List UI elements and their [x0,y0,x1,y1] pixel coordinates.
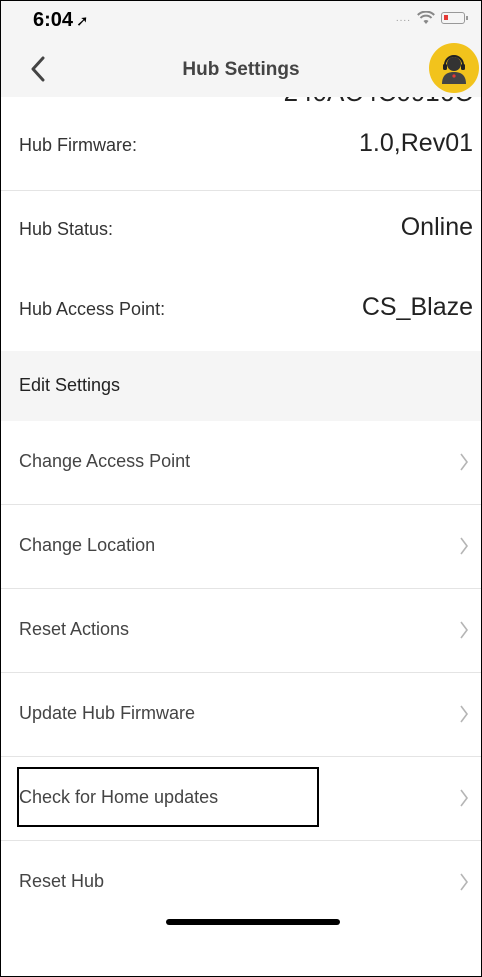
signal-icon: .... [395,12,411,24]
battery-icon [441,12,468,24]
update-hub-firmware-row[interactable]: Update Hub Firmware [1,673,481,757]
support-button[interactable] [429,43,479,93]
hub-access-point-label: Hub Access Point: [19,299,166,319]
update-hub-firmware-label: Update Hub Firmware [19,703,196,723]
location-arrow-icon: ➚ [76,13,89,30]
phone-screen: 6:04➚ .... Hub ID: 240AC4C0916C Hub Sett… [0,0,482,977]
hub-firmware-row: Hub Firmware: 1.0,Rev01 [1,107,481,191]
reset-actions-row[interactable]: Reset Actions [1,589,481,673]
hub-status-label: Hub Status: [19,219,114,239]
reset-actions-label: Reset Actions [19,619,130,639]
chevron-right-icon [460,873,468,891]
nav-bar: Hub Settings [1,41,481,97]
chevron-right-icon [460,537,468,555]
home-indicator [166,919,340,925]
hub-status-row: Hub Status: Online [1,191,481,275]
change-access-point-label: Change Access Point [19,451,191,471]
status-bar: 6:04 ➚ .... [1,1,481,41]
status-icons: .... [395,11,468,25]
section-title: Edit Settings [19,375,121,395]
hub-firmware-label: Hub Firmware: [19,135,138,155]
chevron-right-icon [460,789,468,807]
hub-access-point-row: Hub Access Point: CS_Blaze [1,271,481,355]
hub-firmware-value: 1.0,Rev01 [359,129,473,157]
wifi-icon [417,11,435,25]
change-location-row[interactable]: Change Location [1,505,481,589]
hub-status-value: Online [400,213,473,241]
hub-access-point-value: CS_Blaze [361,293,473,321]
chevron-right-icon [460,621,468,639]
status-time: 6:04 ➚ [33,9,89,31]
support-agent-icon [442,55,466,84]
check-home-updates-label: Check for Home updates [19,787,219,807]
reset-hub-row[interactable]: Reset Hub [1,841,481,925]
section-header: Edit Settings [1,351,481,421]
change-access-point-row[interactable]: Change Access Point [1,421,481,505]
change-location-label: Change Location [19,535,156,555]
chevron-right-icon [460,453,468,471]
check-home-updates-row[interactable]: Check for Home updates [1,757,481,841]
page-title: Hub Settings [182,59,300,80]
chevron-right-icon [460,705,468,723]
reset-hub-label: Reset Hub [19,871,105,891]
